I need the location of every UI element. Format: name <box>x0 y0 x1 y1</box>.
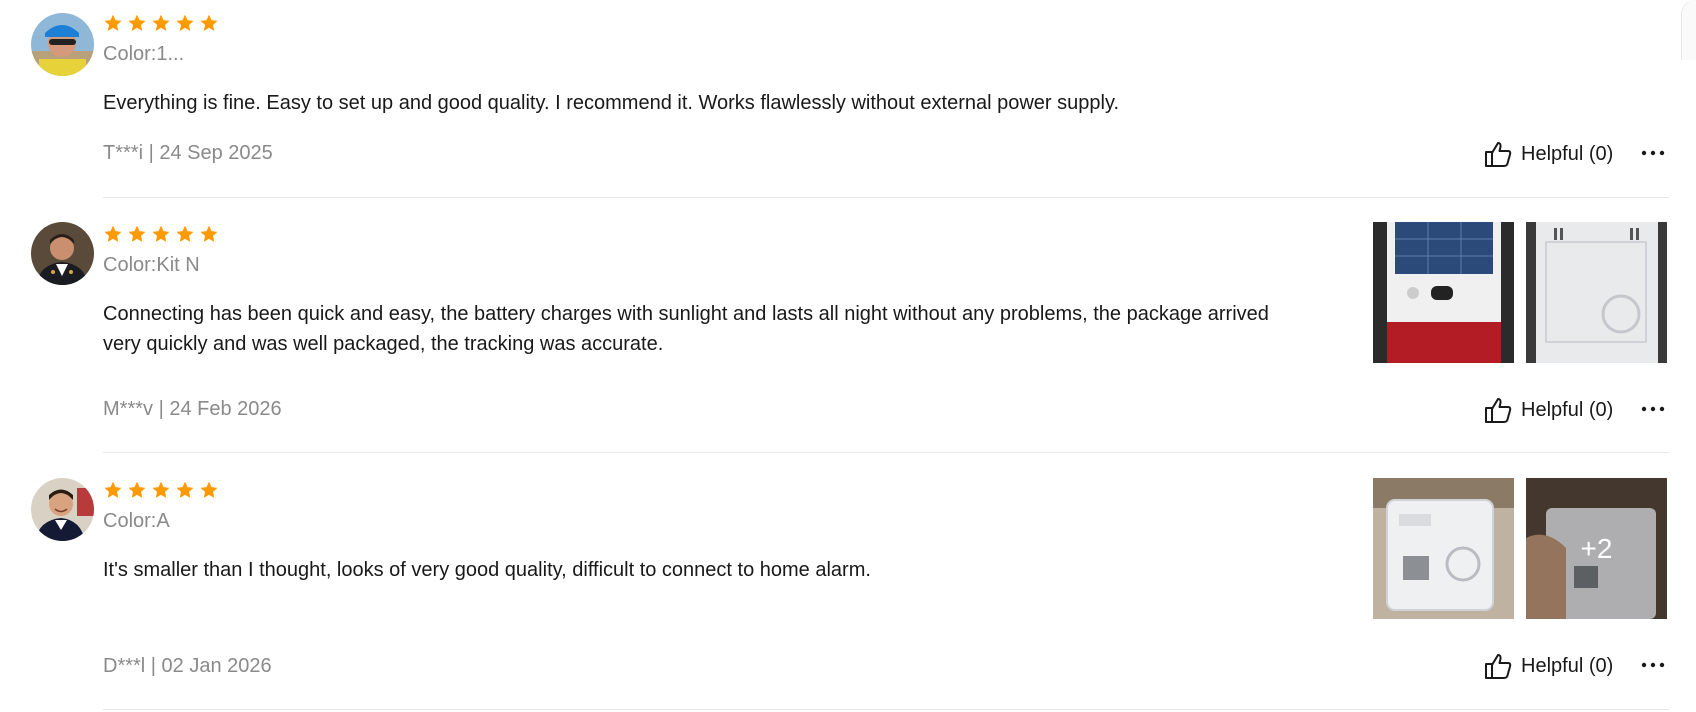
star-icon <box>128 481 146 498</box>
review-text: Connecting has been quick and easy, the … <box>103 303 1269 355</box>
rating-stars <box>103 480 219 500</box>
star-icon <box>128 225 146 242</box>
variant-color: Color:1... <box>103 43 185 65</box>
star-icon <box>104 14 122 31</box>
divider <box>103 709 1669 710</box>
star-icon <box>176 225 194 242</box>
more-options-icon[interactable] <box>1640 659 1666 671</box>
helpful-label: Helpful (0) <box>1521 398 1614 421</box>
variant-color: Color:A <box>103 510 170 532</box>
star-icon <box>200 14 218 31</box>
star-icon <box>152 14 170 31</box>
avatar <box>31 222 94 285</box>
thumbs-up-icon <box>1485 142 1512 167</box>
more-options-icon[interactable] <box>1640 403 1666 415</box>
review-text: Everything is fine. Easy to set up and g… <box>103 92 1120 114</box>
star-icon <box>152 225 170 242</box>
thumbs-up-icon <box>1485 654 1512 679</box>
helpful-button[interactable]: Helpful (0) <box>1483 395 1613 425</box>
star-icon <box>200 225 218 242</box>
review-author-date: M***v | 24 Feb 2026 <box>103 398 282 420</box>
divider <box>103 197 1669 198</box>
helpful-label: Helpful (0) <box>1521 142 1614 165</box>
helpful-button[interactable]: Helpful (0) <box>1483 651 1613 681</box>
star-icon <box>200 481 218 498</box>
star-icon <box>128 14 146 31</box>
review-author-date: T***i | 24 Sep 2025 <box>103 142 273 164</box>
star-icon <box>152 481 170 498</box>
review-photo[interactable] <box>1373 478 1514 619</box>
review-photo[interactable] <box>1373 222 1514 363</box>
rating-stars <box>103 224 219 244</box>
star-icon <box>104 225 122 242</box>
avatar <box>31 478 94 541</box>
review-photo[interactable] <box>1526 222 1667 363</box>
scrollbar[interactable] <box>1681 0 1696 60</box>
divider <box>103 452 1669 453</box>
review-photo[interactable]: +2 <box>1526 478 1667 619</box>
thumbs-up-icon <box>1485 398 1512 423</box>
review-author-date: D***l | 02 Jan 2026 <box>103 655 272 677</box>
variant-color: Color:Kit N <box>103 254 200 276</box>
helpful-label: Helpful (0) <box>1521 654 1614 677</box>
star-icon <box>104 481 122 498</box>
helpful-button[interactable]: Helpful (0) <box>1483 139 1613 169</box>
review-text: It's smaller than I thought, looks of ve… <box>103 559 871 581</box>
rating-stars <box>103 13 219 33</box>
more-photos-count: +2 <box>1526 478 1667 619</box>
avatar <box>31 13 94 76</box>
star-icon <box>176 14 194 31</box>
more-options-icon[interactable] <box>1640 147 1666 159</box>
reviews-list: Color:1... Everything is fine. Easy to s… <box>0 0 1696 712</box>
star-icon <box>176 481 194 498</box>
